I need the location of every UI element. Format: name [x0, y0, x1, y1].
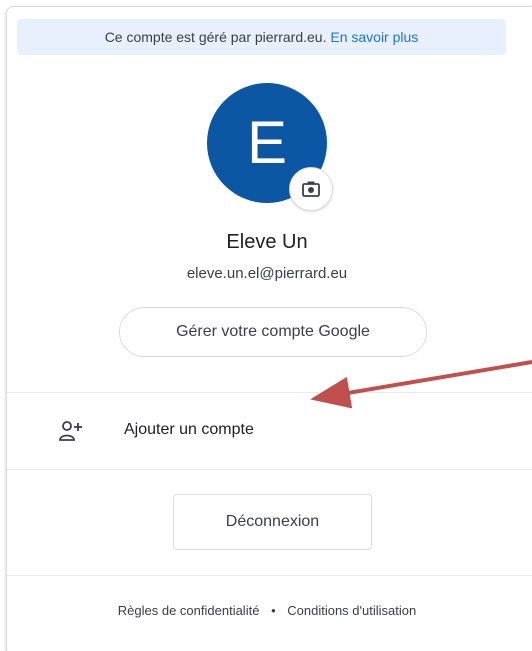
- camera-icon: [302, 181, 320, 197]
- managed-account-banner: Ce compte est géré par pierrard.eu. En s…: [17, 19, 506, 55]
- account-menu-card: Ce compte est géré par pierrard.eu. En s…: [6, 6, 532, 651]
- avatar-initial: E: [246, 109, 288, 176]
- add-account-label: Ajouter un compte: [124, 421, 254, 438]
- footer: Règles de confidentialité • Conditions d…: [7, 603, 527, 618]
- user-email: eleve.un.el@pierrard.eu: [186, 265, 348, 282]
- change-photo-button[interactable]: [289, 167, 333, 211]
- privacy-policy-link[interactable]: Règles de confidentialité: [118, 603, 260, 618]
- user-name: Eleve Un: [226, 231, 308, 253]
- divider-middle: [7, 469, 532, 470]
- stage: Ce compte est géré par pierrard.eu. En s…: [0, 0, 532, 651]
- person-add-icon: [59, 421, 82, 441]
- add-account-item[interactable]: Ajouter un compte: [7, 393, 532, 469]
- terms-of-service-link[interactable]: Conditions d'utilisation: [287, 603, 416, 618]
- signout-button[interactable]: Déconnexion: [173, 494, 372, 550]
- learn-more-link[interactable]: En savoir plus: [330, 29, 418, 45]
- managed-account-text: Ce compte est géré par pierrard.eu.: [104, 29, 327, 45]
- divider-bottom: [7, 575, 532, 576]
- footer-separator: •: [271, 603, 276, 618]
- manage-account-button[interactable]: Gérer votre compte Google: [119, 307, 427, 357]
